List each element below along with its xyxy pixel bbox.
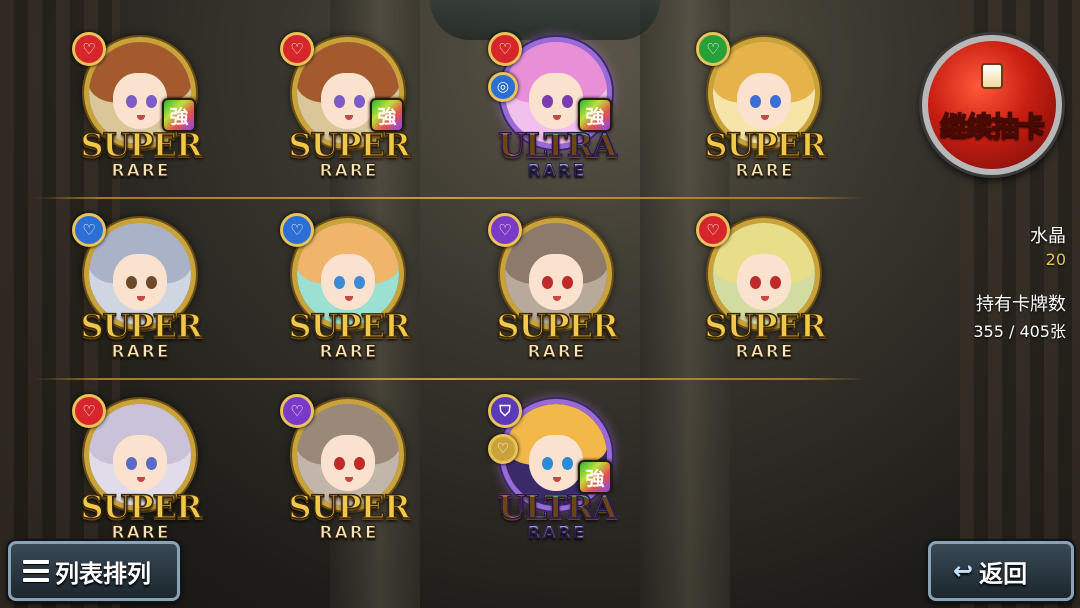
attribute-heart-icon: ♡ <box>280 213 314 247</box>
attribute-heart-icon: ♡ <box>72 394 106 428</box>
continue-draw-label: 继续抽卡 <box>939 111 1046 144</box>
row-divider <box>34 197 864 199</box>
card-slot[interactable]: ♡ SUPER RARE <box>274 213 414 373</box>
rarity-bottom-text: RARE <box>111 161 171 181</box>
rarity-top-text: SUPER <box>704 126 828 164</box>
card-slot[interactable]: ♡ SUPER RARE <box>690 32 830 192</box>
attribute-heart-icon: ♡ <box>280 32 314 66</box>
crystal-value: 20 <box>1045 250 1066 269</box>
rarity-top-text: SUPER <box>288 307 412 345</box>
rarity-label: SUPER RARE <box>690 126 840 181</box>
rarity-bottom-text: RARE <box>319 523 379 543</box>
rarity-bottom-text: RARE <box>482 524 632 543</box>
card-slot[interactable]: ♡ SUPER RARE <box>66 213 206 373</box>
continue-draw-button[interactable]: 继续抽卡 <box>922 35 1062 175</box>
rarity-label: ULTRA RARE <box>482 127 632 181</box>
rarity-top-text: SUPER <box>496 307 620 345</box>
rarity-bottom-text: RARE <box>735 342 795 362</box>
rarity-label: SUPER RARE <box>482 307 632 362</box>
card-slot[interactable]: ♡ SUPER RARE <box>274 394 414 554</box>
card-slot[interactable]: ♡ 強 SUPER RARE <box>66 32 206 192</box>
rarity-label: SUPER RARE <box>66 307 216 362</box>
attribute-heart-icon: ⛉ <box>488 394 522 428</box>
attribute-heart-icon: ♡ <box>72 213 106 247</box>
card-slot[interactable]: ♡ 強 SUPER RARE <box>274 32 414 192</box>
attribute-heart-icon: ♡ <box>72 32 106 66</box>
rarity-top-text: SUPER <box>80 307 204 345</box>
rarity-top-text: ULTRA <box>482 127 632 163</box>
crystal-label: 水晶 <box>1030 226 1066 247</box>
back-arrow-icon: ↩ <box>953 557 974 585</box>
rarity-top-text: SUPER <box>704 307 828 345</box>
card-slot[interactable]: ⛉ ♡ 強 ULTRA RARE <box>482 394 622 554</box>
back-button[interactable]: ↩ 返回 <box>928 541 1074 601</box>
rarity-top-text: ULTRA <box>482 489 632 525</box>
rarity-bottom-text: RARE <box>319 161 379 181</box>
cards-owned-label: 持有卡牌数 <box>976 294 1066 315</box>
attribute-secondary-icon: ♡ <box>488 434 518 464</box>
attribute-heart-icon: ♡ <box>488 213 522 247</box>
attribute-heart-icon: ♡ <box>696 32 730 66</box>
sort-list-label: 列表排列 <box>55 559 151 588</box>
draw-cup-icon <box>981 63 1003 89</box>
rarity-bottom-text: RARE <box>319 342 379 362</box>
sort-list-button[interactable]: 列表排列 <box>8 541 180 601</box>
rarity-label: SUPER RARE <box>274 307 424 362</box>
rarity-label: SUPER RARE <box>66 126 216 181</box>
list-icon <box>23 560 49 582</box>
rarity-bottom-text: RARE <box>111 342 171 362</box>
rarity-label: SUPER RARE <box>66 488 216 543</box>
rarity-top-text: SUPER <box>80 126 204 164</box>
attribute-secondary-icon: ◎ <box>488 72 518 102</box>
rarity-bottom-text: RARE <box>527 342 587 362</box>
rarity-label: ULTRA RARE <box>482 489 632 543</box>
rarity-bottom-text: RARE <box>111 523 171 543</box>
rarity-label: SUPER RARE <box>690 307 840 362</box>
rarity-label: SUPER RARE <box>274 126 424 181</box>
attribute-heart-icon: ♡ <box>280 394 314 428</box>
rarity-bottom-text: RARE <box>735 161 795 181</box>
rarity-top-text: SUPER <box>80 488 204 526</box>
back-label: 返回 <box>979 559 1028 588</box>
row-divider <box>34 378 864 380</box>
card-slot[interactable]: ♡ SUPER RARE <box>66 394 206 554</box>
rarity-top-text: SUPER <box>288 488 412 526</box>
rarity-bottom-text: RARE <box>482 162 632 181</box>
card-slot[interactable]: ♡ SUPER RARE <box>690 213 830 373</box>
card-slot[interactable]: ♡ ◎ 強 ULTRA RARE <box>482 32 622 192</box>
rarity-label: SUPER RARE <box>274 488 424 543</box>
card-slot[interactable]: ♡ SUPER RARE <box>482 213 622 373</box>
rarity-top-text: SUPER <box>288 126 412 164</box>
attribute-heart-icon: ♡ <box>696 213 730 247</box>
cards-owned-value: 355 / 405张 <box>973 322 1066 341</box>
attribute-heart-icon: ♡ <box>488 32 522 66</box>
